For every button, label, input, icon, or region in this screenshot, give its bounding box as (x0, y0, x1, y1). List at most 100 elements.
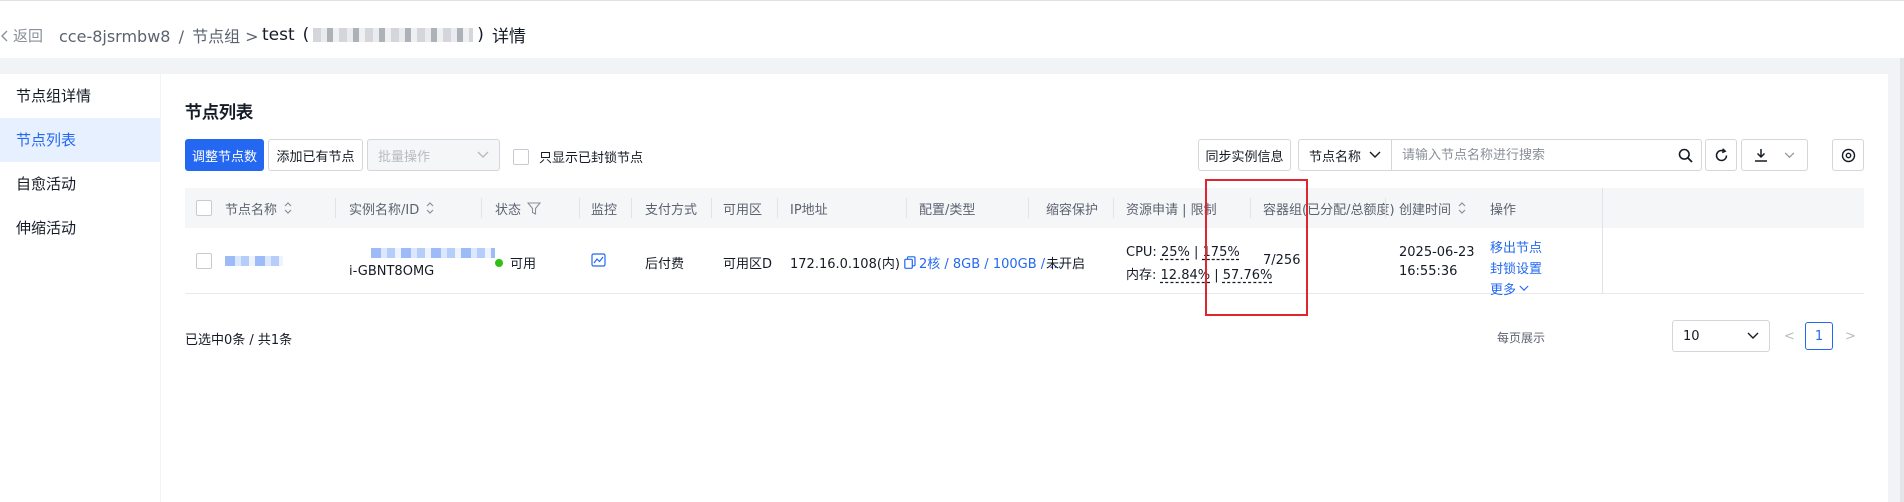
ops-cell: 移出节点 封锁设置 更多 (1490, 237, 1542, 298)
column-divider (1250, 198, 1251, 218)
ip-cell: 172.16.0.108(内) (790, 253, 916, 272)
column-divider (711, 198, 712, 218)
created-date: 2025-06-23 (1399, 245, 1475, 260)
redacted-instance-name[interactable] (371, 248, 495, 258)
column-divider (1113, 198, 1114, 218)
sort-icon[interactable] (425, 201, 435, 215)
col-created[interactable]: 创建时间 (1399, 188, 1467, 228)
chevron-down-icon (477, 151, 489, 158)
pods-cell: 7/256 (1263, 253, 1301, 268)
memory-label: 内存: (1126, 268, 1157, 283)
col-scale-protect: 缩容保护 (1046, 202, 1099, 218)
per-page-label: 每页展示 (1497, 331, 1546, 345)
download-icon (1755, 149, 1767, 162)
ip-address: 172.16.0.108(内) (790, 257, 900, 272)
resources-cell: CPU: 25% | 175% 内存: 12.84% | 57.76% (1126, 245, 1272, 283)
download-button[interactable] (1741, 139, 1808, 171)
breadcrumb-arrow: > (245, 27, 259, 46)
filter-icon[interactable] (527, 201, 542, 215)
memory-limit[interactable]: 57.76% (1223, 268, 1273, 283)
col-ops: 操作 (1490, 202, 1517, 218)
column-divider (335, 198, 336, 218)
payment-cell: 后付费 (645, 257, 685, 272)
selection-summary: 已选中0条 / 共1条 (185, 333, 293, 348)
col-instance[interactable]: 实例名称/ID (349, 188, 435, 228)
page-size-value: 10 (1683, 328, 1700, 344)
col-instance-label: 实例名称/ID (349, 202, 420, 218)
select-all-checkbox[interactable] (196, 200, 212, 216)
search-field-label: 节点名称 (1308, 149, 1361, 165)
monitor-icon[interactable] (591, 253, 606, 267)
main-panel: 节点列表 调整节点数 添加已有节点 批量操作 只显示已封锁节点 同步实例信息 节… (161, 74, 1888, 502)
batch-operations-select[interactable]: 批量操作 (367, 139, 500, 171)
next-page-button[interactable]: > (1845, 329, 1856, 344)
title-prefix: test (262, 24, 295, 45)
cpu-request[interactable]: 25% (1161, 245, 1190, 260)
sidebar-item-node-list[interactable]: 节点列表 (0, 118, 160, 162)
column-divider (777, 198, 778, 218)
top-bar: 返回 cce-8jsrmbw8 / 节点组 > test ( ) 详情 (0, 0, 1904, 58)
adjust-node-count-button[interactable]: 调整节点数 (185, 139, 264, 171)
col-payment: 支付方式 (645, 202, 698, 218)
page-size-select[interactable]: 10 (1672, 320, 1770, 352)
node-search: 节点名称 (1298, 139, 1702, 171)
back-link[interactable]: 返回 (0, 25, 43, 46)
only-locked-filter[interactable]: 只显示已封锁节点 (513, 147, 643, 166)
col-status[interactable]: 状态 (495, 188, 542, 228)
row-checkbox[interactable] (196, 253, 212, 269)
config-link[interactable]: 2核 / 8GB / 100GB / ... (919, 253, 1062, 272)
add-existing-node-button[interactable]: 添加已有节点 (268, 139, 363, 171)
select-all-cell[interactable] (196, 188, 212, 228)
lock-settings-link[interactable]: 封锁设置 (1490, 258, 1542, 277)
refresh-button[interactable] (1705, 139, 1737, 171)
only-locked-label: 只显示已封锁节点 (539, 151, 644, 166)
back-label: 返回 (13, 27, 44, 45)
prev-page-button[interactable]: < (1784, 329, 1795, 344)
col-node-name[interactable]: 节点名称 (225, 188, 293, 228)
col-resources: 资源申请 | 限制 (1126, 202, 1217, 218)
column-divider (481, 198, 482, 218)
memory-separator: | (1214, 268, 1219, 283)
status-text: 可用 (510, 257, 537, 272)
column-settings-button[interactable] (1832, 139, 1864, 171)
table-header: 节点名称 实例名称/ID 状态 监控 支付方式 可用区 IP地址 配置/类型 缩… (185, 188, 1864, 228)
status-dot (495, 258, 503, 267)
cpu-limit[interactable]: 175% (1203, 245, 1240, 260)
sync-instance-info-button[interactable]: 同步实例信息 (1198, 139, 1291, 171)
node-name-redacted[interactable] (225, 256, 283, 266)
sort-icon[interactable] (283, 201, 293, 215)
page-1-button[interactable]: 1 (1805, 322, 1833, 350)
breadcrumb-cluster[interactable]: cce-8jsrmbw8 (59, 27, 170, 46)
breadcrumb: cce-8jsrmbw8 / 节点组 > (59, 23, 259, 47)
copy-icon[interactable] (904, 256, 916, 269)
remove-node-link[interactable]: 移出节点 (1490, 237, 1542, 256)
chevron-down-icon (1369, 151, 1381, 158)
sidebar-item-scaling-activity[interactable]: 伸缩活动 (0, 206, 160, 250)
cpu-separator: | (1194, 245, 1199, 260)
column-divider (1385, 198, 1386, 218)
sort-icon[interactable] (1457, 201, 1467, 215)
page-scrollbar[interactable] (1900, 58, 1904, 502)
redacted-node-name (225, 256, 283, 266)
row-select-cell[interactable] (196, 253, 212, 269)
more-actions-link[interactable]: 更多 (1490, 279, 1529, 298)
memory-request[interactable]: 12.84% (1161, 268, 1211, 283)
cpu-label: CPU: (1126, 245, 1157, 260)
chevron-down-icon (1747, 332, 1759, 339)
title-close-paren: ) (477, 24, 484, 45)
search-field-select[interactable]: 节点名称 (1299, 140, 1392, 170)
breadcrumb-node-group[interactable]: 节点组 (192, 27, 240, 46)
zone-cell: 可用区D (723, 257, 773, 272)
more-label: 更多 (1490, 283, 1517, 298)
col-pods: 容器组(已分配/总额度) (1263, 202, 1395, 218)
search-input[interactable] (1392, 147, 1669, 163)
column-divider (1028, 198, 1029, 218)
redacted-node-group-id (313, 27, 474, 42)
search-icon[interactable] (1669, 148, 1701, 163)
settings-icon (1841, 148, 1855, 162)
only-locked-checkbox[interactable] (513, 148, 529, 165)
sidebar-item-self-healing[interactable]: 自愈活动 (0, 162, 160, 206)
sidebar-item-node-group-details[interactable]: 节点组详情 (0, 74, 160, 118)
chevron-down-icon (1519, 285, 1529, 291)
cpu-usage: CPU: 25% | 175% (1126, 245, 1240, 260)
